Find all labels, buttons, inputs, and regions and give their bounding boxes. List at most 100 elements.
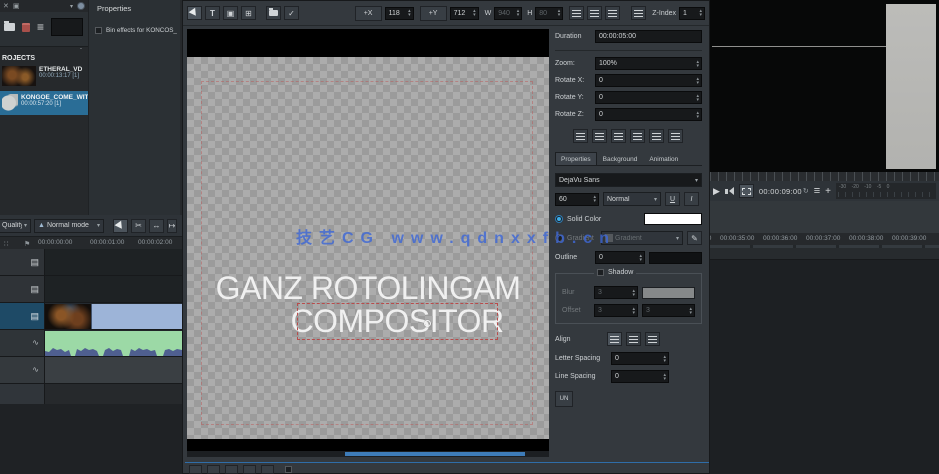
rotate-x-spinbox[interactable]: 0▴▾ [595, 74, 702, 87]
image-tool-button[interactable]: ⊞ [241, 6, 256, 20]
track-header[interactable]: ∿ [0, 357, 45, 383]
item-align-right-button[interactable] [611, 129, 626, 143]
fill-color-swatch[interactable] [644, 213, 702, 225]
item-align-bottom-button[interactable] [668, 129, 683, 143]
video-clip-thumbnail[interactable] [45, 304, 91, 329]
font-family-dropdown[interactable]: DejaVu Sans▾ [555, 173, 702, 187]
tab-animation[interactable]: Animation [643, 152, 684, 165]
zoom-original-button[interactable] [243, 465, 256, 474]
menu-icon[interactable]: ≡ [37, 22, 44, 32]
add-clip-folder-icon[interactable] [4, 23, 15, 31]
text-align-right-button[interactable] [645, 332, 660, 346]
add-marker-icon[interactable]: + [825, 186, 831, 197]
selection-outline[interactable] [297, 303, 498, 340]
razor-tool-button[interactable]: ✂ [131, 219, 146, 233]
monitor-timecode[interactable]: 00:00:09:00 [759, 187, 802, 196]
align-justify-button[interactable] [631, 6, 646, 20]
bin-item[interactable]: ETHERAL_VD 00:00:13:17 [1] [0, 64, 88, 88]
item-align-top-button[interactable] [630, 129, 645, 143]
item-align-hcenter-button[interactable] [592, 129, 607, 143]
line-spacing-spinbox[interactable]: 0▴▾ [611, 370, 669, 383]
text-align-center-button[interactable] [626, 332, 641, 346]
track-target-icon[interactable]: ∷ [4, 240, 8, 248]
title-canvas[interactable]: GANZ ROTOLINGAM COMPOSITOR [187, 29, 549, 457]
selection-tool-button[interactable] [187, 6, 202, 20]
bin-item-selected[interactable]: KONGOE_COME_WITH_ 00:00:57:20 [1] [0, 91, 88, 115]
play-icon[interactable]: ▶ [713, 186, 720, 197]
zoom-spinbox[interactable]: 100%▴▾ [595, 57, 702, 70]
rect-tool-button[interactable]: ▣ [223, 6, 238, 20]
italic-button[interactable]: I [684, 192, 699, 206]
item-align-left-button[interactable] [573, 129, 588, 143]
timeline-tracks-right[interactable] [710, 248, 939, 474]
outline-color-swatch[interactable] [649, 252, 702, 264]
item-align-vcenter-button[interactable] [649, 129, 664, 143]
font-weight-dropdown[interactable]: Normal▾ [603, 192, 661, 206]
video-clip-body[interactable] [91, 304, 182, 329]
panel-icon[interactable]: ▣ [13, 2, 20, 10]
offset-y-spinbox[interactable]: 3▴▾ [642, 304, 695, 317]
safe-zone-button[interactable] [739, 184, 754, 198]
timeline-ruler-right[interactable]: 00:00:34:00 00:00:35:00 00:00:36:00 00:0… [710, 233, 939, 248]
underline-button[interactable]: U [665, 192, 680, 206]
chevron-down-icon[interactable]: ▾ [70, 3, 73, 10]
y-position-spinbox[interactable]: 712▴▾ [450, 7, 479, 20]
track-header-active[interactable]: ▤ [0, 303, 45, 329]
track-lane[interactable] [710, 248, 939, 260]
marker-flag-icon[interactable]: ⚑ [24, 240, 30, 248]
title-text-line1[interactable]: GANZ ROTOLINGAM [187, 272, 549, 305]
bin-search-input[interactable] [51, 18, 83, 36]
shadow-checkbox[interactable] [597, 269, 604, 276]
delete-icon[interactable] [22, 23, 30, 32]
audio-volume-icon[interactable] [725, 187, 734, 195]
track-lane[interactable] [45, 357, 182, 383]
select-tool-button[interactable] [113, 219, 128, 233]
open-title-button[interactable] [266, 6, 281, 20]
monitor-menu-icon[interactable]: ≡ [814, 185, 820, 197]
gradient-dropdown[interactable]: Gradient▾ [601, 231, 683, 245]
align-center-button[interactable] [587, 6, 602, 20]
track-header[interactable]: ▤ [0, 249, 45, 275]
refresh-icon[interactable]: ↻ [803, 187, 809, 195]
edit-mode-dropdown[interactable]: ▲ Normal mode▾ [34, 219, 104, 233]
close-icon[interactable]: ✕ [3, 2, 9, 10]
zoom-select-button[interactable] [261, 465, 274, 474]
zoom-fit-button[interactable] [207, 465, 220, 474]
outline-spinbox[interactable]: 0▴▾ [595, 251, 645, 264]
height-spinbox[interactable]: 80▴▾ [535, 7, 563, 20]
spacer-tool-button[interactable]: ↔ [149, 219, 164, 233]
audio-clip[interactable] [45, 331, 182, 356]
text-align-left-button[interactable] [607, 332, 622, 346]
text-tool-button[interactable]: T [205, 6, 220, 20]
collapsed-track-header[interactable] [0, 384, 45, 404]
solid-color-radio[interactable] [555, 215, 563, 223]
track-lane[interactable] [45, 249, 182, 275]
rotate-y-spinbox[interactable]: 0▴▾ [595, 91, 702, 104]
zoom-in-button[interactable] [225, 465, 238, 474]
shadow-color-swatch[interactable] [642, 287, 695, 299]
bin-effects-checkbox[interactable] [95, 27, 102, 34]
edit-gradient-button[interactable]: ✎ [687, 231, 702, 245]
quality-dropdown[interactable]: Quality▾ [0, 219, 31, 233]
insert-unicode-button[interactable]: UN [555, 391, 573, 407]
align-left-button[interactable] [569, 6, 584, 20]
monitor-seek-ruler[interactable] [710, 172, 939, 181]
show-background-checkbox[interactable] [285, 466, 292, 473]
collapse-chevron-icon[interactable]: ˆ [80, 49, 82, 55]
zindex-spinbox[interactable]: 1▴▾ [679, 7, 705, 20]
tab-background[interactable]: Background [597, 152, 644, 165]
offset-x-spinbox[interactable]: 3▴▾ [594, 304, 638, 317]
width-spinbox[interactable]: 940▴▾ [494, 7, 522, 20]
scrollbar-thumb[interactable] [345, 452, 525, 456]
duration-field[interactable]: 00:00:05:00 [595, 30, 702, 43]
zoom-out-button[interactable] [189, 465, 202, 474]
canvas-hscrollbar[interactable] [187, 451, 549, 457]
x-position-button[interactable]: +X [355, 6, 382, 21]
extra-tool-button[interactable]: ↦ [167, 219, 177, 233]
letter-spacing-spinbox[interactable]: 0▴▾ [611, 352, 669, 365]
x-position-spinbox[interactable]: 118▴▾ [385, 7, 414, 20]
font-size-spinbox[interactable]: 60▴▾ [555, 193, 599, 206]
float-panel-icon[interactable] [77, 2, 85, 10]
save-title-button[interactable]: ✓ [284, 6, 299, 20]
track-lane[interactable] [45, 276, 182, 302]
